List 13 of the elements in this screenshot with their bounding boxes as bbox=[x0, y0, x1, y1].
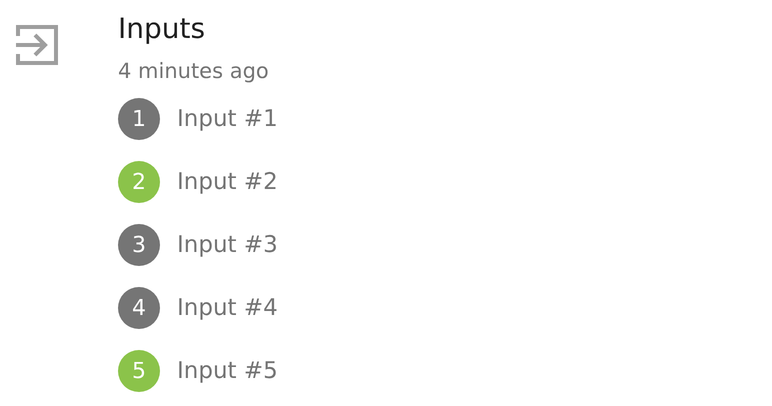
number-badge: 1 bbox=[118, 98, 160, 140]
input-label: Input #1 bbox=[177, 106, 278, 132]
input-label: Input #4 bbox=[177, 295, 278, 322]
number-badge: 4 bbox=[118, 287, 160, 330]
timestamp: 4 minutes ago bbox=[118, 59, 270, 84]
sign-in-icon bbox=[16, 24, 58, 66]
input-label: Input #3 bbox=[177, 232, 278, 258]
number-badge: 2 bbox=[118, 161, 160, 204]
card-title: Inputs bbox=[118, 11, 206, 43]
number-badge: 5 bbox=[118, 350, 160, 392]
input-label: Input #5 bbox=[177, 358, 278, 384]
input-label: Input #2 bbox=[177, 169, 278, 196]
number-badge: 3 bbox=[118, 224, 160, 266]
